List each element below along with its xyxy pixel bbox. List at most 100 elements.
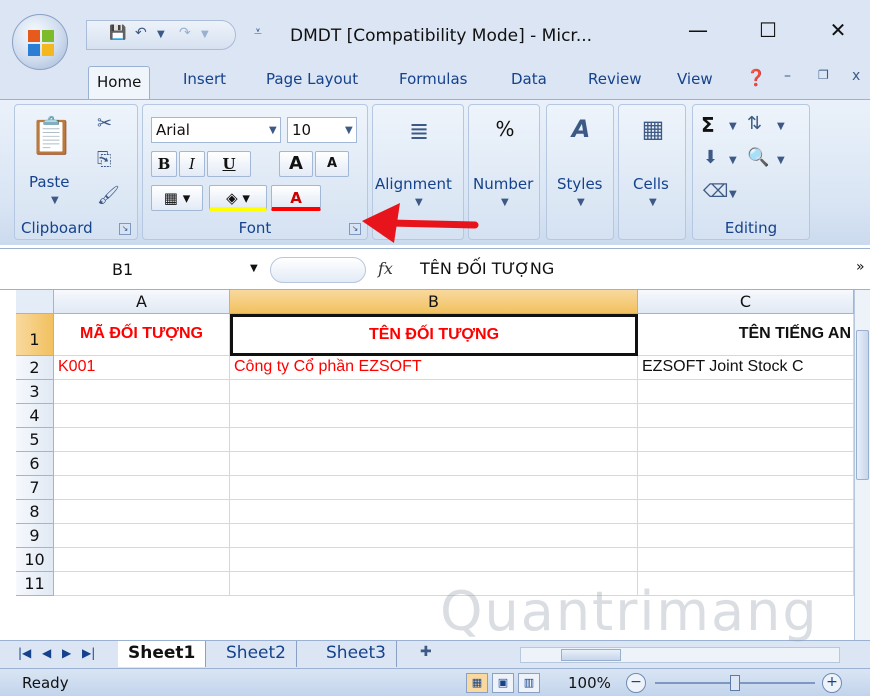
normal-view-button[interactable]: ▦ bbox=[466, 673, 488, 693]
horizontal-scrollbar[interactable] bbox=[520, 647, 840, 663]
row-header-9[interactable]: 9 bbox=[16, 524, 54, 548]
cells-dropdown-icon[interactable]: ▼ bbox=[649, 197, 657, 208]
row-header-6[interactable]: 6 bbox=[16, 452, 54, 476]
sort-filter-dropdown-icon[interactable]: ▼ bbox=[777, 121, 785, 132]
tab-page-layout[interactable]: Page Layout bbox=[266, 70, 358, 88]
empty-cells-col-b[interactable] bbox=[230, 380, 638, 596]
tab-formulas[interactable]: Formulas bbox=[399, 70, 467, 88]
name-box[interactable]: B1 bbox=[12, 257, 262, 283]
formula-input[interactable]: TÊN ĐỐI TƯỢNG bbox=[420, 259, 554, 278]
bold-button[interactable]: B bbox=[151, 151, 177, 177]
tab-insert[interactable]: Insert bbox=[183, 70, 226, 88]
autosum-dropdown-icon[interactable]: ▼ bbox=[729, 121, 737, 132]
cell-c1[interactable]: TÊN TIẾNG AN bbox=[638, 314, 854, 356]
insert-sheet-icon[interactable]: ✚ bbox=[420, 644, 432, 660]
cell-a1[interactable]: MÃ ĐỐI TƯỢNG bbox=[54, 314, 230, 356]
tab-view[interactable]: View bbox=[677, 70, 713, 88]
clipboard-dialog-launcher-icon[interactable]: ↘ bbox=[119, 223, 131, 235]
customize-qat-icon[interactable]: ⩡ bbox=[254, 24, 262, 40]
clear-icon[interactable]: ⌫ bbox=[703, 181, 728, 202]
name-box-dropdown-icon[interactable]: ▼ bbox=[250, 263, 258, 274]
fill-color-button[interactable]: ◈ ▾ bbox=[209, 185, 267, 211]
undo-icon[interactable]: ↶ bbox=[135, 25, 147, 41]
insert-function-button[interactable]: fx bbox=[378, 259, 393, 278]
paste-icon[interactable]: 📋 bbox=[29, 115, 74, 165]
expand-formula-bar-icon[interactable]: » bbox=[856, 259, 865, 275]
alignment-icon[interactable]: ≣ bbox=[403, 117, 435, 145]
font-name-combo[interactable]: Arial bbox=[151, 117, 281, 143]
cell-b2[interactable]: Công ty Cổ phần EZSOFT bbox=[230, 356, 638, 380]
cells-button[interactable]: Cells bbox=[633, 175, 669, 193]
zoom-in-button[interactable]: + bbox=[822, 673, 842, 693]
column-header-c[interactable]: C bbox=[638, 290, 854, 314]
prev-sheet-icon[interactable]: ◀ bbox=[42, 646, 51, 660]
close-button[interactable]: ✕ bbox=[818, 18, 858, 48]
row-header-10[interactable]: 10 bbox=[16, 548, 54, 572]
next-sheet-icon[interactable]: ▶ bbox=[62, 646, 71, 660]
paste-button[interactable]: Paste bbox=[29, 173, 70, 191]
sheet-tab-sheet1[interactable]: Sheet1 bbox=[118, 641, 207, 667]
grow-font-button[interactable]: A bbox=[279, 151, 313, 177]
styles-icon[interactable]: A bbox=[563, 115, 599, 143]
find-select-icon[interactable]: 🔍 bbox=[747, 147, 769, 168]
row-header-3[interactable]: 3 bbox=[16, 380, 54, 404]
close-workbook-icon[interactable]: x bbox=[852, 68, 860, 84]
column-header-a[interactable]: A bbox=[54, 290, 230, 314]
row-header-5[interactable]: 5 bbox=[16, 428, 54, 452]
tab-data[interactable]: Data bbox=[511, 70, 547, 88]
row-header-2[interactable]: 2 bbox=[16, 356, 54, 380]
underline-button[interactable]: U bbox=[207, 151, 251, 177]
copy-icon[interactable]: ⎘ bbox=[97, 149, 111, 170]
sort-filter-icon[interactable]: ⇅ bbox=[747, 113, 762, 134]
styles-button[interactable]: Styles bbox=[557, 175, 603, 193]
number-dropdown-icon[interactable]: ▼ bbox=[501, 197, 509, 208]
column-header-b[interactable]: B bbox=[230, 290, 638, 314]
zoom-level[interactable]: 100% bbox=[568, 674, 611, 692]
empty-cells-col-c[interactable] bbox=[638, 380, 854, 596]
find-select-dropdown-icon[interactable]: ▼ bbox=[777, 155, 785, 166]
cell-a2[interactable]: K001 bbox=[54, 356, 230, 380]
shrink-font-button[interactable]: A bbox=[315, 151, 349, 177]
paste-dropdown-icon[interactable]: ▼ bbox=[51, 195, 59, 206]
sheet-tab-sheet3[interactable]: Sheet3 bbox=[316, 641, 397, 667]
restore-window-icon[interactable]: ❐ bbox=[818, 68, 829, 82]
fill-icon[interactable]: ⬇ bbox=[703, 147, 718, 168]
redo-icon[interactable]: ↷ bbox=[179, 25, 191, 41]
minimize-button[interactable]: — bbox=[678, 18, 718, 48]
page-break-view-button[interactable]: ▥ bbox=[518, 673, 540, 693]
row-header-8[interactable]: 8 bbox=[16, 500, 54, 524]
borders-button[interactable]: ▦ ▾ bbox=[151, 185, 203, 211]
font-name-dropdown-icon[interactable]: ▼ bbox=[269, 125, 277, 136]
alignment-button[interactable]: Alignment bbox=[375, 175, 452, 193]
vertical-scroll-thumb[interactable] bbox=[856, 330, 869, 480]
row-header-4[interactable]: 4 bbox=[16, 404, 54, 428]
cells-icon[interactable]: ▦ bbox=[637, 115, 669, 143]
ribbon-minimize-icon[interactable]: – bbox=[784, 68, 791, 84]
horizontal-scroll-thumb[interactable] bbox=[561, 649, 621, 661]
cell-b1[interactable]: TÊN ĐỐI TƯỢNG bbox=[230, 314, 638, 356]
zoom-slider-knob[interactable] bbox=[730, 675, 740, 691]
sheet-tab-sheet2[interactable]: Sheet2 bbox=[216, 641, 297, 667]
italic-button[interactable]: I bbox=[179, 151, 205, 177]
tab-home[interactable]: Home bbox=[88, 66, 151, 100]
autosum-button[interactable]: Σ bbox=[701, 113, 715, 137]
cell-c2[interactable]: EZSOFT Joint Stock C bbox=[638, 356, 854, 380]
font-color-button[interactable]: A bbox=[271, 185, 321, 211]
redo-dropdown-icon[interactable]: ▼ bbox=[201, 29, 209, 40]
row-header-1[interactable]: 1 bbox=[16, 314, 54, 356]
first-sheet-icon[interactable]: |◀ bbox=[18, 646, 31, 660]
cut-icon[interactable]: ✂ bbox=[97, 113, 112, 134]
tab-review[interactable]: Review bbox=[588, 70, 642, 88]
office-button[interactable] bbox=[12, 14, 68, 70]
formula-bar-divider[interactable] bbox=[270, 257, 366, 283]
row-header-11[interactable]: 11 bbox=[16, 572, 54, 596]
undo-dropdown-icon[interactable]: ▼ bbox=[157, 29, 165, 40]
clear-dropdown-icon[interactable]: ▼ bbox=[729, 189, 737, 200]
save-icon[interactable]: 💾 bbox=[109, 25, 126, 41]
empty-cells-col-a[interactable] bbox=[54, 380, 230, 596]
font-size-dropdown-icon[interactable]: ▼ bbox=[345, 125, 353, 136]
page-layout-view-button[interactable]: ▣ bbox=[492, 673, 514, 693]
number-button[interactable]: Number bbox=[473, 175, 533, 193]
help-icon[interactable]: ❓ bbox=[746, 68, 766, 87]
vertical-scrollbar[interactable] bbox=[854, 290, 870, 640]
